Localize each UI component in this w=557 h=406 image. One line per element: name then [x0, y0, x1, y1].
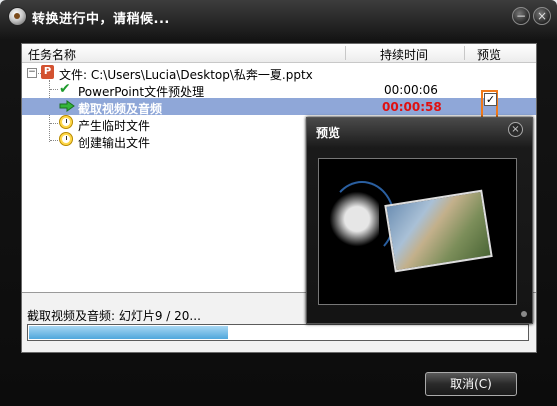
cancel-button[interactable]: 取消(C): [425, 372, 517, 396]
progress-bar: [27, 324, 529, 341]
dialog-window: 转换进行中，请稍候... − × 任务名称 持续时间 预览 − P 文件: C:…: [0, 0, 557, 406]
column-divider[interactable]: [464, 46, 465, 60]
check-icon: ✔: [59, 81, 71, 97]
slide-graphic: [329, 181, 395, 257]
task-duration-running: 00:00:58: [382, 100, 442, 114]
window-title: 转换进行中，请稍候...: [32, 12, 170, 27]
resize-grip-icon[interactable]: [521, 311, 527, 317]
column-header-preview[interactable]: 预览: [477, 46, 501, 63]
title-bar[interactable]: 转换进行中，请稍候... − ×: [0, 0, 557, 34]
file-row[interactable]: − P 文件: C:\Users\Lucia\Desktop\私奔一夏.pptx: [22, 64, 536, 82]
task-name: 创建输出文件: [78, 136, 151, 150]
list-header: 任务名称 持续时间 预览: [22, 44, 536, 63]
slide-photo: [384, 189, 493, 273]
close-button[interactable]: ×: [533, 7, 551, 25]
clock-icon: [59, 132, 73, 146]
clock-icon: [59, 115, 73, 129]
progress-fill: [29, 326, 228, 339]
column-header-task-name[interactable]: 任务名称: [28, 46, 76, 63]
task-row[interactable]: ✔ PowerPoint文件预处理 00:00:06: [22, 81, 536, 99]
arrow-right-icon: [59, 100, 75, 112]
preview-window[interactable]: 预览 ×: [306, 117, 533, 324]
column-header-duration[interactable]: 持续时间: [380, 46, 428, 63]
app-logo-icon: [8, 7, 27, 26]
task-duration: 00:00:06: [384, 83, 438, 97]
minimize-button[interactable]: −: [512, 7, 530, 25]
task-row-selected[interactable]: 截取视频及音频 00:00:58: [22, 98, 536, 116]
preview-title: 预览: [316, 126, 341, 140]
status-text: 截取视频及音频: 幻灯片9 / 20...: [27, 309, 201, 323]
slide-preview-image: [318, 158, 517, 305]
column-divider[interactable]: [345, 46, 346, 60]
preview-checkbox[interactable]: ✓: [484, 93, 497, 106]
powerpoint-file-icon: P: [41, 65, 54, 79]
preview-close-button[interactable]: ×: [508, 122, 523, 137]
collapse-icon[interactable]: −: [27, 68, 37, 78]
